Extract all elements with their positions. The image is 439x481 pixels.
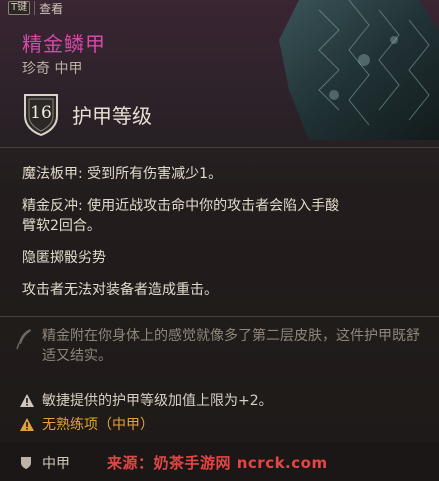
note-text: 无熟练项（中甲） (42, 417, 154, 433)
item-name: 精金鳞甲 (22, 32, 106, 56)
armor-class-label: 护甲等级 (72, 103, 152, 128)
divider (0, 147, 439, 148)
properties-list: 魔法板甲: 受到所有伤害减少1。 精金反冲: 使用近战攻击命中你的攻击者会陷入手… (22, 164, 419, 312)
armor-image (279, 0, 439, 140)
footer-category-label: 中甲 (42, 456, 70, 472)
item-rarity-type: 珍奇 中甲 (22, 61, 83, 77)
note-row: 敏捷提供的护甲等级加值上限为+2。 (20, 390, 273, 410)
item-tooltip: T键 查看 精金鳞甲 珍奇 中甲 16 护甲等级 魔法板甲: 受到所有伤害减少1… (0, 0, 439, 481)
quill-icon (16, 329, 31, 350)
armor-class-shield-icon: 16 (22, 92, 60, 136)
hotkey-label[interactable]: 查看 (39, 0, 63, 17)
note-row: 无熟练项（中甲） (20, 414, 154, 434)
hotkey-key[interactable]: T键 (8, 1, 31, 15)
flavor-text: 精金附在你身体上的感觉就像多了第二层皮肤，这件护甲既舒适又结实。 (42, 328, 420, 364)
property-item: 魔法板甲: 受到所有伤害减少1。 (22, 166, 223, 182)
property-item: 隐匿掷骰劣势 (22, 250, 106, 266)
hotkey-strip[interactable]: T键 查看 (0, 0, 90, 16)
armor-category-icon (21, 457, 31, 469)
item-header: 精金鳞甲 珍奇 中甲 (22, 32, 106, 78)
property-item: 攻击者无法对装备者造成重击。 (22, 282, 218, 298)
armor-class-row: 16 护甲等级 (22, 92, 152, 136)
warning-icon (20, 393, 34, 407)
note-text: 敏捷提供的护甲等级加值上限为+2。 (42, 393, 273, 409)
footer-bar: 中甲 来源：奶茶手游网 ncrck.com (0, 443, 439, 481)
divider (0, 316, 439, 317)
watermark-text: 来源：奶茶手游网 ncrck.com (107, 454, 328, 472)
warning-icon (20, 417, 34, 431)
footer-category: 中甲 (20, 453, 70, 473)
hotkey-separator (34, 1, 36, 15)
flavor-text-block: 精金附在你身体上的感觉就像多了第二层皮肤，这件护甲既舒适又结实。 (16, 326, 425, 366)
property-item: 精金反冲: 使用近战攻击命中你的攻击者会陷入手酸臂软2回合。 (22, 198, 340, 234)
armor-class-value: 16 (30, 103, 52, 123)
